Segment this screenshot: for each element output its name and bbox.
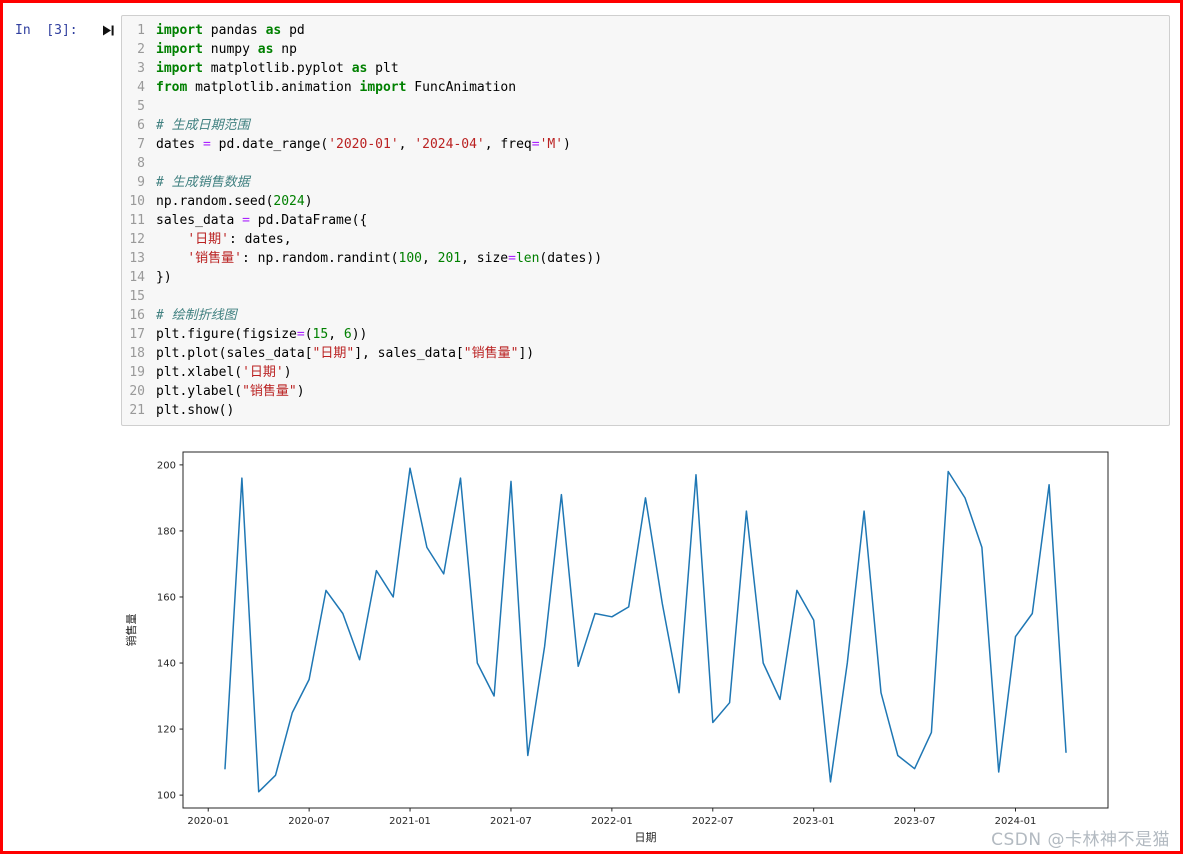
code-line: 2 import numpy as np [126,40,1165,59]
code-text[interactable]: # 生成销售数据 [156,173,250,192]
line-number: 21 [129,403,145,418]
line-number: 17 [129,327,145,342]
line-number: 2 [137,42,145,57]
code-line: 10 np.random.seed(2024) [126,192,1165,211]
y-tick-label: 100 [157,791,176,802]
line-number: 8 [137,156,145,171]
code-text[interactable]: plt.show() [156,401,234,420]
code-text[interactable]: plt.ylabel("销售量") [156,382,305,401]
x-axis-label: 日期 [635,831,657,844]
x-tick-label: 2020-07 [288,816,330,827]
code-line: 5 [126,97,1165,116]
line-number: 18 [129,346,145,361]
run-cell-icon[interactable] [102,24,115,42]
page: In [3]: 1 import pandas as pd 2 import nump… [0,0,1183,854]
y-tick-label: 140 [157,659,176,670]
x-tick-label: 2022-07 [692,816,734,827]
code-line: 21 plt.show() [126,401,1165,420]
line-number: 6 [137,118,145,133]
code-text[interactable]: np.random.seed(2024) [156,192,313,211]
code-line: 15 [126,287,1165,306]
code-line: 1 import pandas as pd [126,21,1165,40]
line-number: 7 [137,137,145,152]
line-number: 19 [129,365,145,380]
code-line: 17 plt.figure(figsize=(15, 6)) [126,325,1165,344]
code-line: 20 plt.ylabel("销售量") [126,382,1165,401]
line-number: 12 [129,232,145,247]
code-line: 7 dates = pd.date_range('2020-01', '2024-… [126,135,1165,154]
y-tick-label: 160 [157,592,176,603]
x-tick-label: 2023-07 [894,816,936,827]
y-axis-label: 销售量 [124,614,138,647]
watermark: CSDN @卡林神不是猫 [991,830,1170,850]
code-line: 12 '日期': dates, [126,230,1165,249]
line-number: 10 [129,194,145,209]
code-text[interactable]: plt.plot(sales_data["日期"], sales_data["销… [156,344,534,363]
code-text[interactable]: # 绘制折线图 [156,306,237,325]
code-line: 4 from matplotlib.animation import FuncAn… [126,78,1165,97]
code-text[interactable]: }) [156,268,172,287]
input-prompt: In [3]: [15,23,78,38]
code-line: 11 sales_data = pd.DataFrame({ [126,211,1165,230]
code-text[interactable]: '销售量': np.random.randint(100, 201, size=… [156,249,602,268]
code-lines: 1 import pandas as pd 2 import numpy as np 3… [126,21,1165,420]
line-number: 1 [137,23,145,38]
code-text[interactable]: # 生成日期范围 [156,116,250,135]
code-text[interactable]: plt.figure(figsize=(15, 6)) [156,325,367,344]
line-number: 20 [129,384,145,399]
line-number: 11 [129,213,145,228]
code-text[interactable]: from matplotlib.animation import FuncAni… [156,78,516,97]
code-text[interactable]: import numpy as np [156,40,297,59]
line-number: 5 [137,99,145,114]
line-number: 4 [137,80,145,95]
code-line: 6 # 生成日期范围 [126,116,1165,135]
code-line: 18 plt.plot(sales_data["日期"], sales_data[… [126,344,1165,363]
code-line: 8 [126,154,1165,173]
line-number: 16 [129,308,145,323]
code-text[interactable]: dates = pd.date_range('2020-01', '2024-0… [156,135,571,154]
x-tick-label: 2022-01 [591,816,633,827]
line-number: 15 [129,289,145,304]
x-tick-label: 2020-01 [187,816,229,827]
line-number: 3 [137,61,145,76]
code-line: 19 plt.xlabel('日期') [126,363,1165,382]
y-tick-label: 120 [157,725,176,736]
x-tick-label: 2023-01 [793,816,835,827]
output-area: 100 120 140 160 180 200 2020-01 2020-07 2021-01 2… [121,446,1180,846]
cell-prompt-column: In [3]: [15,15,121,42]
sales-line-chart: 100 120 140 160 180 200 2020-01 2020-07 2021-01 2… [121,446,1114,846]
code-line: 14}) [126,268,1165,287]
y-tick-label: 180 [157,526,176,537]
x-tick-label: 2021-07 [490,816,532,827]
code-editor[interactable]: 1 import pandas as pd 2 import numpy as np 3… [121,15,1170,426]
code-line: 3 import matplotlib.pyplot as plt [126,59,1165,78]
code-line: 13 '销售量': np.random.randint(100, 201, si… [126,249,1165,268]
line-number: 9 [137,175,145,190]
line-number: 13 [129,251,145,266]
code-text[interactable]: import matplotlib.pyplot as plt [156,59,399,78]
code-text[interactable]: import pandas as pd [156,21,305,40]
code-text[interactable]: '日期': dates, [156,230,291,249]
code-text[interactable]: sales_data = pd.DataFrame({ [156,211,367,230]
line-number: 14 [129,270,145,285]
code-line: 16 # 绘制折线图 [126,306,1165,325]
code-line: 9 # 生成销售数据 [126,173,1165,192]
y-tick-label: 200 [157,460,176,471]
jupyter-cell: In [3]: 1 import pandas as pd 2 import nump… [3,3,1180,426]
x-tick-label: 2021-01 [389,816,431,827]
code-text[interactable]: plt.xlabel('日期') [156,363,292,382]
